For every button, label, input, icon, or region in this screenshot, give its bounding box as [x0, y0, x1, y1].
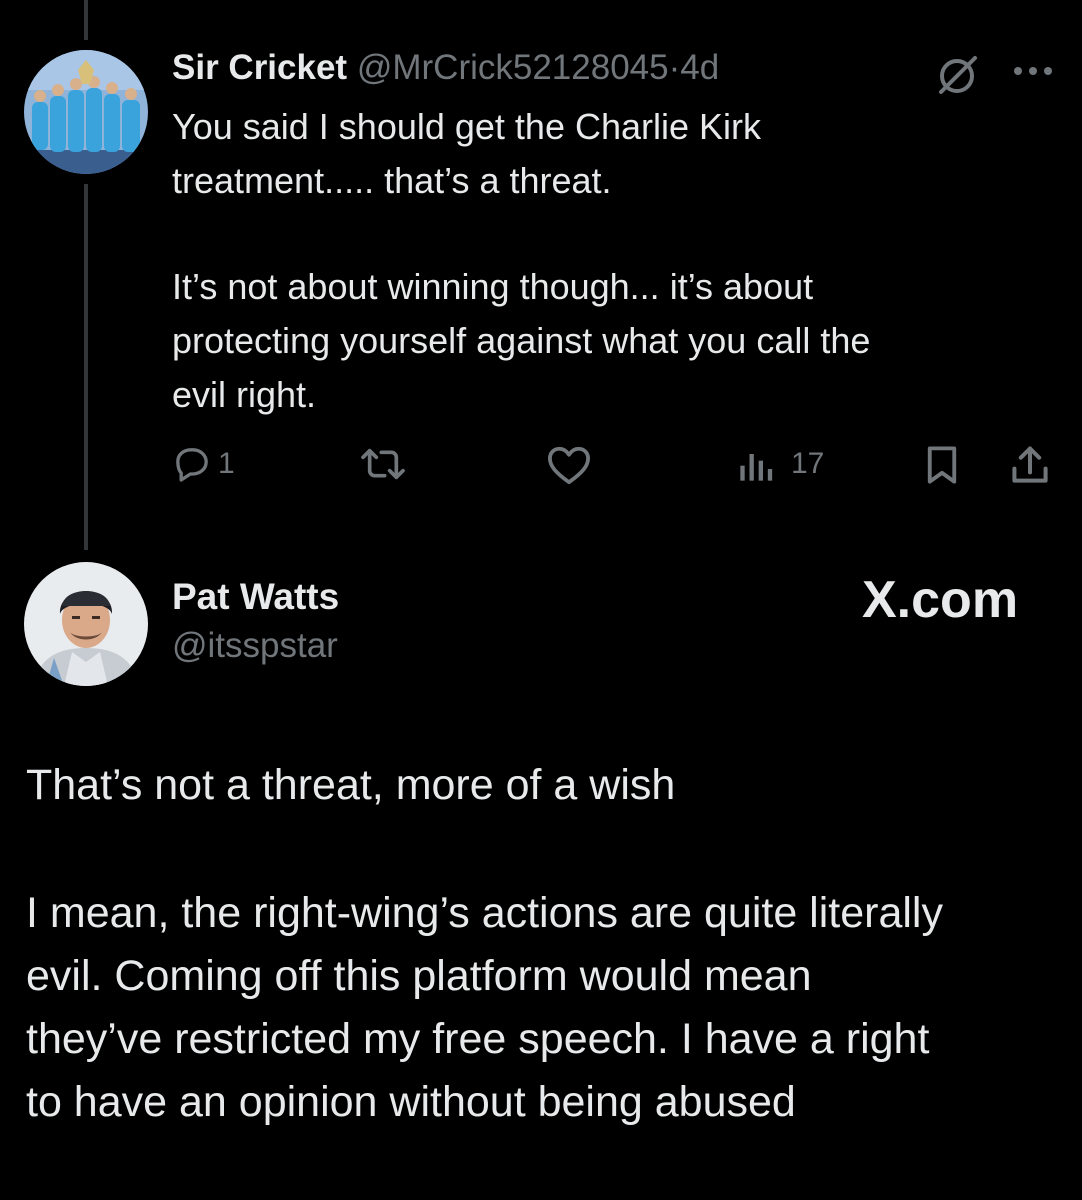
author-name[interactable]: Pat Watts [172, 574, 339, 620]
retweet-icon [361, 448, 405, 480]
avatar-pat-watts[interactable] [24, 562, 148, 686]
main-tweet-paragraph-1: That’s not a threat, more of a wish [26, 761, 676, 809]
retweet-action[interactable] [356, 444, 410, 484]
reply-count: 1 [218, 447, 235, 480]
views-icon [740, 454, 773, 481]
more-icon[interactable] [1012, 64, 1054, 82]
tweet-timestamp[interactable]: 4d [680, 48, 719, 87]
reply-icon [176, 448, 208, 482]
author-handle[interactable]: @itsspstar [172, 624, 338, 668]
x-com-watermark: X.com [862, 571, 1019, 629]
main-tweet-paragraph-2: I mean, the right-wing’s actions are qui… [26, 889, 943, 1126]
author-handle[interactable]: @MrCrick52128045 [357, 48, 669, 87]
views-count: 17 [791, 447, 825, 480]
bookmark-icon [927, 446, 957, 484]
author-name[interactable]: Sir Cricket [172, 48, 347, 87]
reply-tweet-paragraph-1: You said I should get the Charlie Kirk t… [172, 106, 762, 201]
thread-line-bottom [84, 184, 88, 550]
reply-tweet-paragraph-2: It’s not about winning though... it’s ab… [172, 266, 871, 415]
avatar-image [24, 562, 148, 686]
avatar-sir-cricket[interactable] [24, 50, 148, 174]
views-action[interactable]: 17 [737, 444, 824, 484]
share-icon [1012, 446, 1048, 483]
bookmark-action[interactable] [922, 444, 962, 486]
like-action[interactable] [546, 444, 592, 486]
grok-icon[interactable] [935, 52, 981, 103]
avatar-image [24, 50, 148, 174]
thread-line-top [84, 0, 88, 40]
share-action[interactable] [1008, 443, 1052, 487]
reply-tweet-header: Sir Cricket @MrCrick52128045·4d [172, 46, 719, 90]
separator-dot: · [668, 48, 681, 87]
reply-action[interactable]: 1 [172, 444, 235, 484]
like-icon [548, 446, 590, 485]
